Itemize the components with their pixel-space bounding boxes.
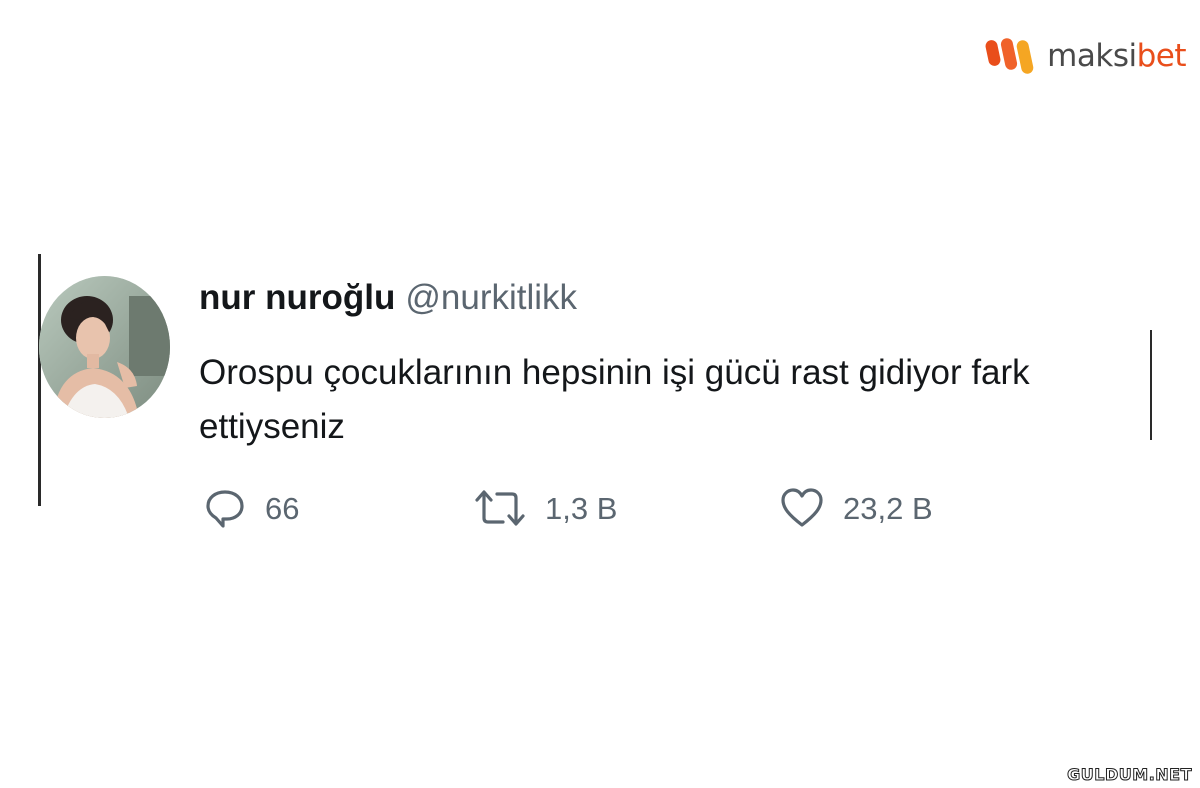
tweet-header: nur nuroğlu @nurkitlikk [199,280,577,315]
display-name[interactable]: nur nuroğlu [199,278,395,317]
reply-count: 66 [265,490,300,526]
card-left-edge [38,254,41,506]
reply-button[interactable]: 66 [203,486,299,530]
profile-photo-icon [39,276,170,418]
reply-icon [203,486,247,530]
tweet-card[interactable]: nur nuroğlu @nurkitlikk Orospu çocukların… [38,254,1154,554]
avatar[interactable] [39,276,170,418]
tweet-actions: 66 1,3 B 23,2 B [199,486,1099,530]
user-handle[interactable]: @nurkitlikk [405,278,577,317]
watermark: GULDUM.NET [1067,765,1192,785]
retweet-count: 1,3 B [545,490,618,526]
retweet-icon [473,486,527,530]
like-button[interactable]: 23,2 B [779,486,933,530]
brand-name-accent: bet [1136,37,1187,74]
like-count: 23,2 B [843,490,933,526]
brand-logo: maksibet [985,34,1187,78]
retweet-button[interactable]: 1,3 B [473,486,617,530]
maksibet-logo-icon [985,38,1034,74]
heart-icon [779,486,825,530]
brand-name: maksibet [1047,37,1187,74]
tweet-text: Orospu çocuklarının hepsinin işi gücü ra… [199,353,1030,446]
brand-name-main: maksi [1047,37,1137,74]
